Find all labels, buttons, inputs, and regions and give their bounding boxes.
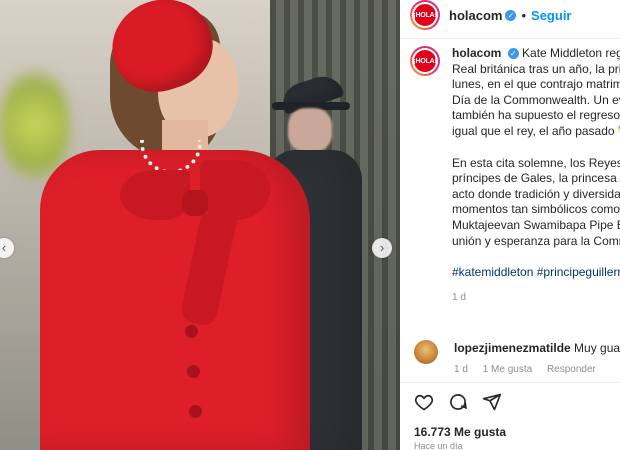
verified-badge-icon: ✓ <box>507 48 519 60</box>
caption-avatar[interactable]: ¡HOLA! <box>410 46 440 76</box>
caption-hashtags[interactable]: #katemiddleton #principeguillermo #royal… <box>452 265 620 281</box>
comment-time: 1 d <box>454 364 468 375</box>
coat-button <box>187 365 200 378</box>
comment-username[interactable]: lopezjimenezmatilde <box>454 341 571 355</box>
caption-paragraph-2: En esta cita solemne, los Reyes han esta… <box>452 155 620 248</box>
hola-logo: ¡HOLA! <box>413 50 437 72</box>
commenter-avatar[interactable] <box>414 340 438 364</box>
verified-badge-icon: ✓ <box>505 9 517 21</box>
red-bow <box>120 160 270 328</box>
post-actions <box>414 392 502 412</box>
posted-time: Hace un día <box>414 441 463 450</box>
post-photo[interactable]: ‹ › <box>0 0 400 450</box>
separator-dot: • <box>521 7 527 23</box>
comment-text: Muy guapa <box>574 341 620 355</box>
account-username[interactable]: holacom <box>449 8 502 23</box>
post-caption: ¡HOLA! holacom ✓ Kate Middleton regresó … <box>410 46 620 305</box>
chevron-right-icon[interactable]: › <box>372 238 392 258</box>
likes-count[interactable]: 16.773 Me gusta <box>414 425 506 439</box>
actions-divider <box>400 382 620 383</box>
caption-time: 1 d <box>452 291 466 303</box>
hola-logo: ¡HOLA! <box>413 4 437 26</box>
post-header: ¡HOLA! holacom ✓ • Seguir <box>410 0 620 30</box>
header-divider <box>400 38 620 39</box>
heart-icon[interactable] <box>414 392 434 412</box>
coat-button <box>185 325 198 338</box>
reply-button[interactable]: Responder <box>547 364 596 375</box>
subject-person <box>40 0 310 450</box>
share-icon[interactable] <box>482 392 502 412</box>
account-avatar[interactable]: ¡HOLA! <box>410 0 440 30</box>
comment-item: lopezjimenezmatilde Muy guapa 1 d 1 Me g… <box>414 340 620 378</box>
comment-icon[interactable] <box>448 392 468 412</box>
coat-button <box>189 405 202 418</box>
chevron-left-icon[interactable]: ‹ <box>0 238 14 258</box>
post-side-panel: ¡HOLA! holacom ✓ • Seguir ¡HOLA! holacom… <box>400 0 620 450</box>
follow-button[interactable]: Seguir <box>531 8 571 23</box>
comment-likes[interactable]: 1 Me gusta <box>483 364 532 375</box>
caption-username[interactable]: holacom <box>452 46 501 60</box>
